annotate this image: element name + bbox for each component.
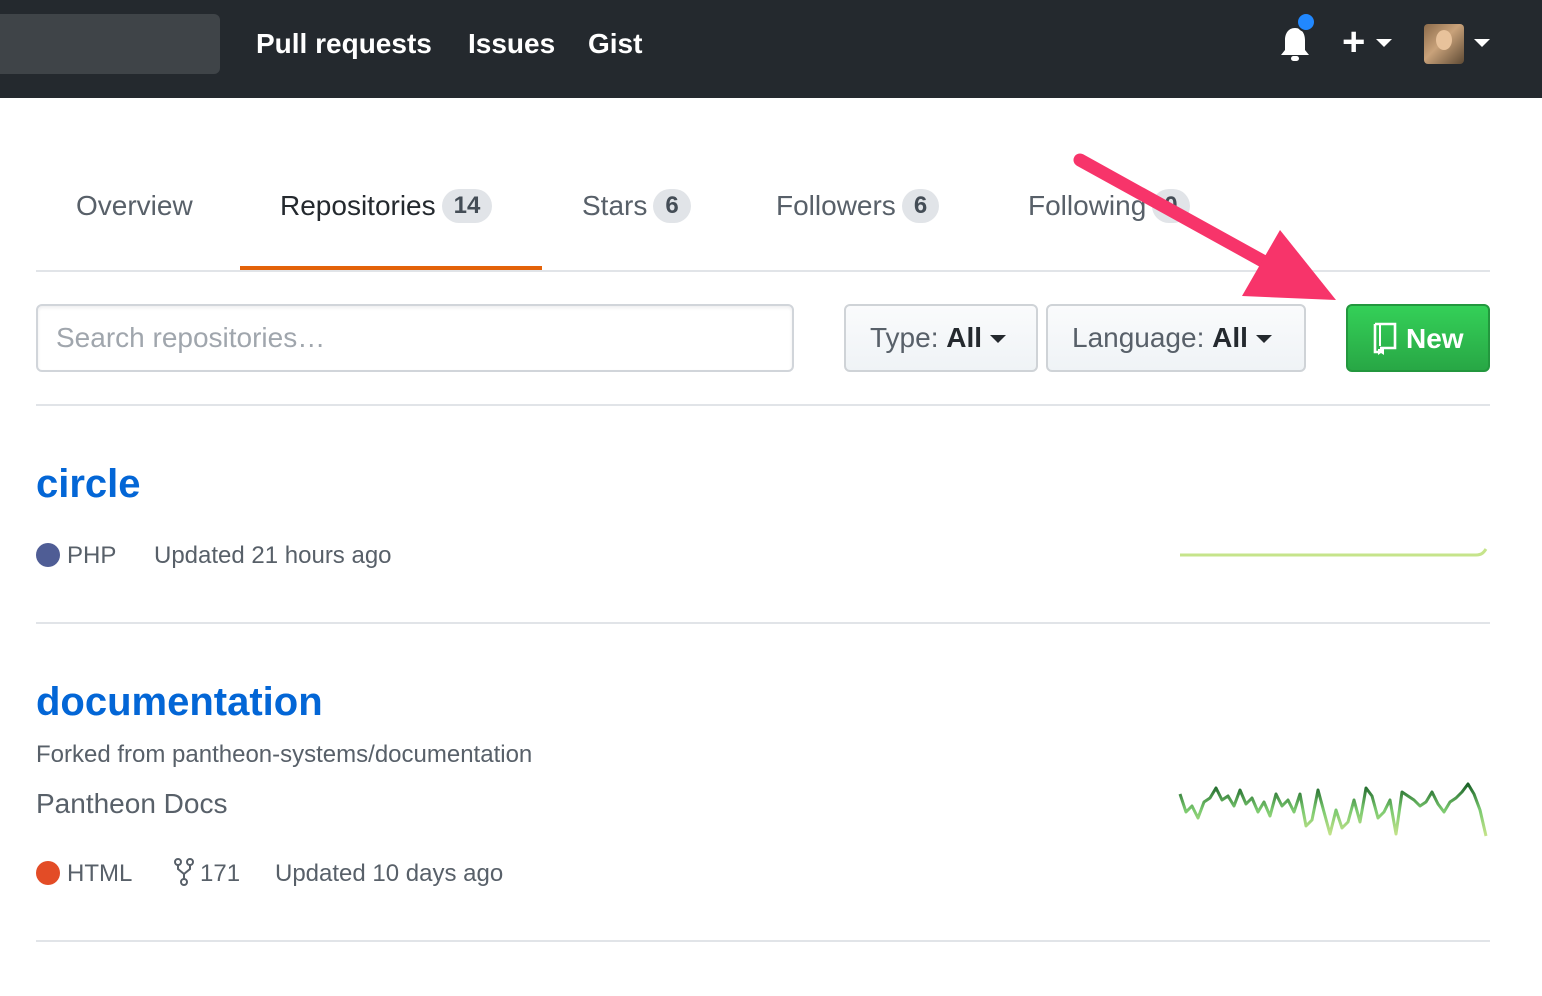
header-search-input[interactable] xyxy=(0,14,220,74)
repo-language: PHP xyxy=(67,542,117,569)
fork-icon[interactable] xyxy=(174,858,194,886)
chevron-down-icon[interactable] xyxy=(1474,39,1490,47)
tab-followers[interactable]: Followers 6 xyxy=(776,188,940,224)
language-color-dot xyxy=(36,861,60,885)
tab-following[interactable]: Following 0 xyxy=(1028,188,1190,224)
language-filter-select[interactable]: Language: All xyxy=(1046,304,1306,372)
repo-name-link[interactable]: circle xyxy=(36,460,141,508)
new-repository-button[interactable]: New xyxy=(1346,304,1490,372)
repo-updated: Updated 10 days ago xyxy=(275,860,504,887)
tab-counter: 0 xyxy=(1152,189,1190,223)
tab-counter: 6 xyxy=(653,189,691,223)
activity-sparkline xyxy=(1178,782,1488,837)
avatar[interactable] xyxy=(1424,24,1464,64)
repo-language: HTML xyxy=(67,860,133,887)
tab-repositories[interactable]: Repositories 14 xyxy=(280,188,493,224)
chevron-down-icon xyxy=(990,335,1007,343)
tab-overview[interactable]: Overview xyxy=(76,188,193,224)
divider xyxy=(36,270,1490,272)
activity-sparkline xyxy=(1180,548,1488,557)
annotation-arrow xyxy=(1073,153,1336,300)
fork-count[interactable]: 171 xyxy=(200,859,240,889)
type-filter-select[interactable]: Type: All xyxy=(844,304,1038,372)
divider xyxy=(36,622,1490,624)
tab-counter: 14 xyxy=(441,189,493,223)
nav-issues[interactable]: Issues xyxy=(468,26,555,62)
nav-pull-requests[interactable]: Pull requests xyxy=(256,26,432,62)
forked-from-link[interactable]: pantheon-systems/documentation xyxy=(172,741,532,768)
repo-updated: Updated 21 hours ago xyxy=(154,542,392,569)
tab-stars[interactable]: Stars 6 xyxy=(582,188,691,224)
header-bar: Pull requests Issues Gist + xyxy=(0,0,1542,98)
plus-icon[interactable]: + xyxy=(1342,20,1365,64)
notification-dot xyxy=(1296,12,1316,32)
divider xyxy=(36,940,1490,942)
repo-description: Pantheon Docs xyxy=(36,788,228,819)
language-color-dot xyxy=(36,543,60,567)
search-repositories-input[interactable] xyxy=(36,304,794,372)
nav-gist[interactable]: Gist xyxy=(588,26,642,62)
tab-counter: 6 xyxy=(901,189,940,223)
divider xyxy=(36,404,1490,406)
repo-name-link[interactable]: documentation xyxy=(36,678,323,726)
chevron-down-icon xyxy=(1255,335,1272,343)
repo-icon xyxy=(1373,322,1397,355)
forked-from-note: Forked from pantheon-systems/documentati… xyxy=(36,741,533,768)
chevron-down-icon[interactable] xyxy=(1376,39,1392,47)
